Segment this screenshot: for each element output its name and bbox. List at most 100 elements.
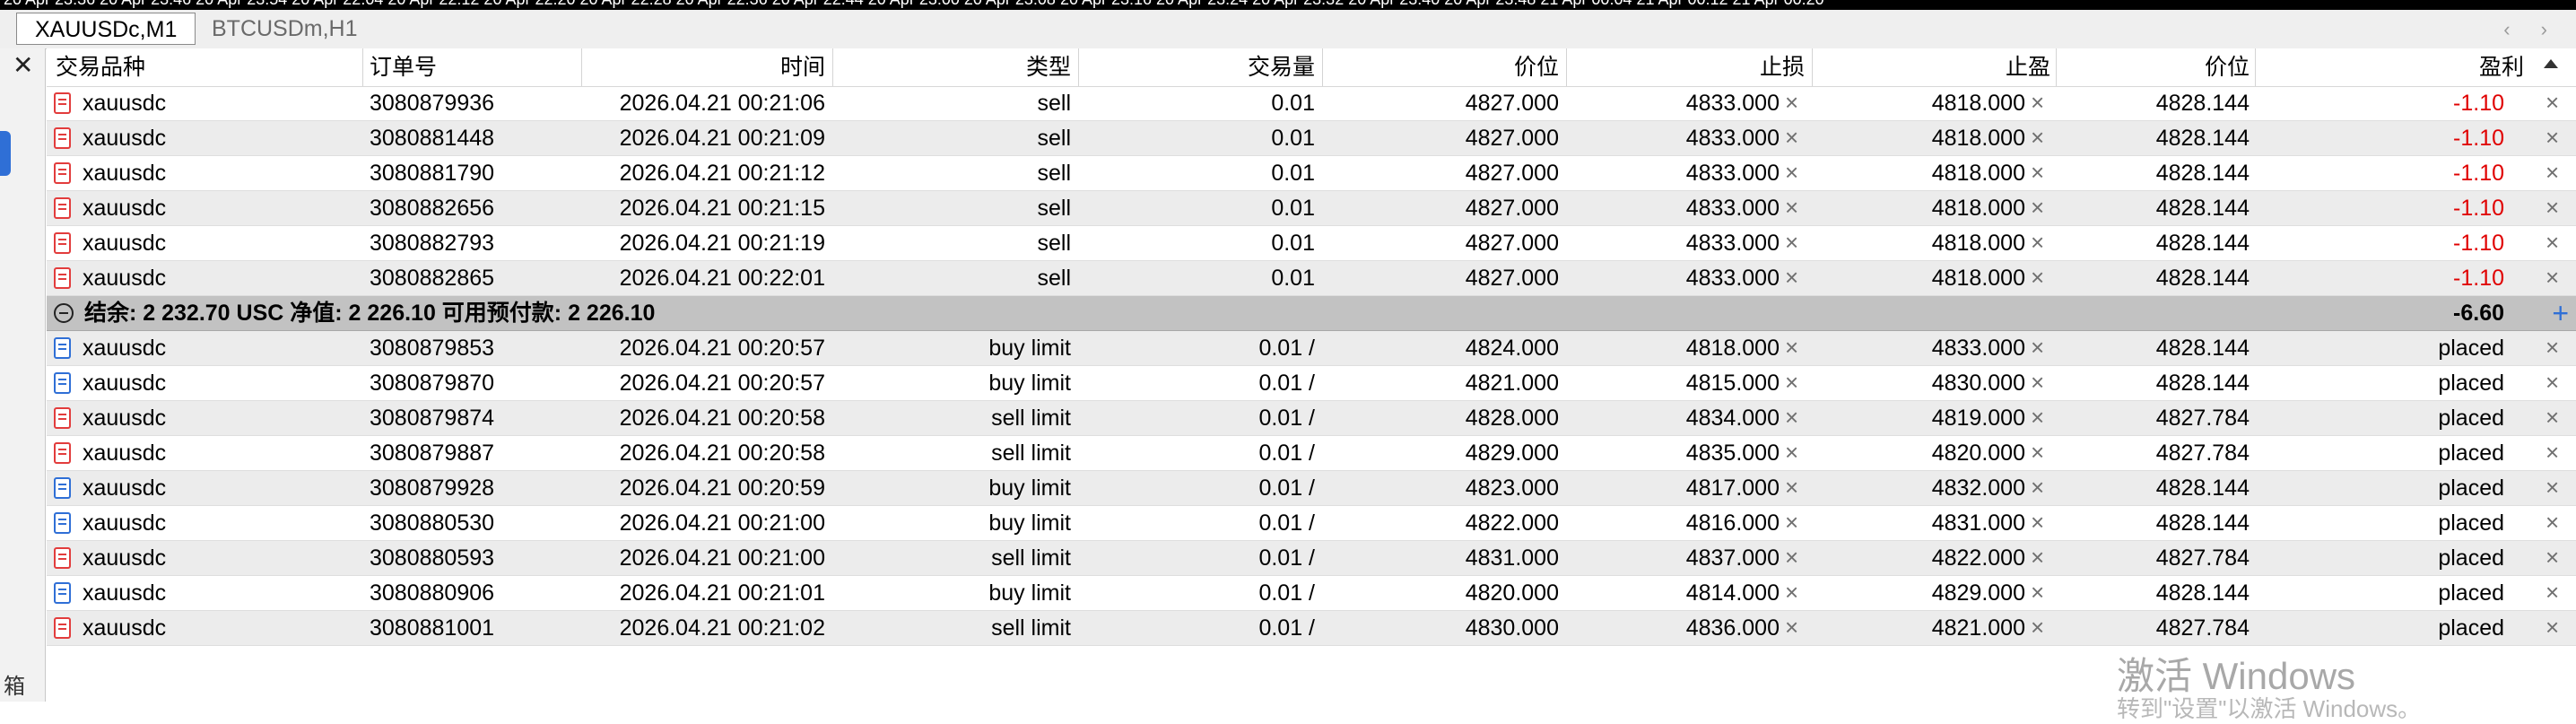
delete-order-x-icon[interactable]: × xyxy=(2546,541,2559,574)
remove-stop-loss-x-icon[interactable]: × xyxy=(1785,471,1798,504)
cell-current: 4828.144 xyxy=(2155,475,2250,501)
remove-stop-loss-x-icon[interactable]: × xyxy=(1785,86,1798,119)
remove-take-profit-x-icon[interactable]: × xyxy=(2031,156,2044,189)
close-position-x-icon[interactable]: × xyxy=(2546,226,2559,259)
column-divider[interactable] xyxy=(1566,48,1567,86)
order-row[interactable]: xauusdc 3080879870 2026.04.21 00:20:57 buy … xyxy=(47,366,2576,401)
position-row[interactable]: xauusdc 3080882656 2026.04.21 00:21:15 sell… xyxy=(47,191,2576,226)
remove-take-profit-x-icon[interactable]: × xyxy=(2031,471,2044,504)
remove-stop-loss-x-icon[interactable]: × xyxy=(1785,436,1798,469)
remove-take-profit-x-icon[interactable]: × xyxy=(2031,611,2044,644)
order-row[interactable]: xauusdc 3080879928 2026.04.21 00:20:59 buy … xyxy=(47,471,2576,506)
col-header-tp[interactable]: 止盈 xyxy=(1815,48,2050,86)
col-header-profit[interactable]: 盈利 xyxy=(2258,48,2524,86)
remove-take-profit-x-icon[interactable]: × xyxy=(2031,506,2044,539)
close-position-x-icon[interactable]: × xyxy=(2546,191,2559,224)
close-position-x-icon[interactable]: × xyxy=(2546,261,2559,294)
sort-ascending-icon[interactable] xyxy=(2544,59,2558,68)
col-header-time[interactable]: 时间 xyxy=(585,48,825,86)
side-tab-indicator[interactable] xyxy=(0,131,11,176)
column-divider[interactable] xyxy=(832,48,833,86)
position-row[interactable]: xauusdc 3080879936 2026.04.21 00:21:06 sell… xyxy=(47,86,2576,121)
column-divider[interactable] xyxy=(2056,48,2057,86)
remove-stop-loss-x-icon[interactable]: × xyxy=(1785,506,1798,539)
cell-price: 4827.000 xyxy=(1465,161,1559,186)
column-divider[interactable] xyxy=(1078,48,1079,86)
buy-order-document-icon xyxy=(54,512,71,534)
order-row[interactable]: xauusdc 3080879853 2026.04.21 00:20:57 buy … xyxy=(47,331,2576,366)
remove-take-profit-x-icon[interactable]: × xyxy=(2031,226,2044,259)
add-plus-icon[interactable]: + xyxy=(2552,299,2569,327)
remove-stop-loss-x-icon[interactable]: × xyxy=(1785,261,1798,294)
remove-stop-loss-x-icon[interactable]: × xyxy=(1785,401,1798,434)
col-header-symbol[interactable]: 交易品种 xyxy=(56,48,262,86)
remove-take-profit-x-icon[interactable]: × xyxy=(2031,121,2044,154)
tab-xauusdc-m1[interactable]: XAUUSDc,M1 xyxy=(16,13,196,45)
position-row[interactable]: xauusdc 3080881448 2026.04.21 00:21:09 sell… xyxy=(47,121,2576,156)
remove-stop-loss-x-icon[interactable]: × xyxy=(1785,191,1798,224)
delete-order-x-icon[interactable]: × xyxy=(2546,366,2559,399)
order-row[interactable]: xauusdc 3080880530 2026.04.21 00:21:00 buy … xyxy=(47,506,2576,541)
col-header-price[interactable]: 价位 xyxy=(1326,48,1559,86)
remove-stop-loss-x-icon[interactable]: × xyxy=(1785,541,1798,574)
col-header-current-price[interactable]: 价位 xyxy=(2059,48,2250,86)
close-icon[interactable]: ✕ xyxy=(13,50,33,80)
remove-stop-loss-x-icon[interactable]: × xyxy=(1785,576,1798,609)
position-row[interactable]: xauusdc 3080881790 2026.04.21 00:21:12 sell… xyxy=(47,156,2576,191)
column-divider[interactable] xyxy=(362,48,363,86)
order-row[interactable]: xauusdc 3080880593 2026.04.21 00:21:00 sell… xyxy=(47,541,2576,576)
cell-time: 2026.04.21 00:20:58 xyxy=(619,441,825,466)
cell-current: 4827.784 xyxy=(2155,441,2250,466)
delete-order-x-icon[interactable]: × xyxy=(2546,506,2559,539)
column-divider[interactable] xyxy=(1322,48,1323,86)
close-position-x-icon[interactable]: × xyxy=(2546,156,2559,189)
remove-take-profit-x-icon[interactable]: × xyxy=(2031,576,2044,609)
remove-take-profit-x-icon[interactable]: × xyxy=(2031,366,2044,399)
col-header-order[interactable]: 订单号 xyxy=(370,48,576,86)
remove-stop-loss-x-icon[interactable]: × xyxy=(1785,331,1798,364)
order-row[interactable]: xauusdc 3080880906 2026.04.21 00:21:01 buy … xyxy=(47,576,2576,611)
delete-order-x-icon[interactable]: × xyxy=(2546,331,2559,364)
column-divider[interactable] xyxy=(2255,48,2256,86)
collapse-minus-circle-icon[interactable] xyxy=(54,303,74,323)
cell-tp: 4829.000 xyxy=(1931,580,2025,606)
order-row[interactable]: xauusdc 3080879874 2026.04.21 00:20:58 sell… xyxy=(47,401,2576,436)
tab-btcusdm-h1[interactable]: BTCUSDm,H1 xyxy=(194,13,376,45)
cell-sl: 4833.000 xyxy=(1685,196,1780,221)
cell-profit: placed xyxy=(2438,615,2504,641)
close-position-x-icon[interactable]: × xyxy=(2546,86,2559,119)
remove-take-profit-x-icon[interactable]: × xyxy=(2031,401,2044,434)
position-row[interactable]: xauusdc 3080882793 2026.04.21 00:21:19 sell… xyxy=(47,226,2576,261)
remove-stop-loss-x-icon[interactable]: × xyxy=(1785,226,1798,259)
remove-stop-loss-x-icon[interactable]: × xyxy=(1785,366,1798,399)
remove-take-profit-x-icon[interactable]: × xyxy=(2031,541,2044,574)
remove-take-profit-x-icon[interactable]: × xyxy=(2031,436,2044,469)
column-divider[interactable] xyxy=(1812,48,1813,86)
col-header-type[interactable]: 类型 xyxy=(836,48,1071,86)
close-position-x-icon[interactable]: × xyxy=(2546,121,2559,154)
remove-stop-loss-x-icon[interactable]: × xyxy=(1785,121,1798,154)
cell-symbol: xauusdc xyxy=(83,161,167,186)
delete-order-x-icon[interactable]: × xyxy=(2546,611,2559,644)
delete-order-x-icon[interactable]: × xyxy=(2546,401,2559,434)
delete-order-x-icon[interactable]: × xyxy=(2546,471,2559,504)
remove-stop-loss-x-icon[interactable]: × xyxy=(1785,156,1798,189)
cell-sl: 4833.000 xyxy=(1685,231,1780,256)
remove-take-profit-x-icon[interactable]: × xyxy=(2031,331,2044,364)
tab-scroll-arrows[interactable]: ‹ › xyxy=(2503,18,2560,41)
order-row[interactable]: xauusdc 3080879887 2026.04.21 00:20:58 sell… xyxy=(47,436,2576,471)
column-divider[interactable] xyxy=(581,48,582,86)
delete-order-x-icon[interactable]: × xyxy=(2546,436,2559,469)
col-header-sl[interactable]: 止损 xyxy=(1570,48,1805,86)
col-header-volume[interactable]: 交易量 xyxy=(1082,48,1315,86)
order-row[interactable]: xauusdc 3080881001 2026.04.21 00:21:02 sell… xyxy=(47,611,2576,646)
sell-order-document-icon xyxy=(54,267,71,289)
remove-stop-loss-x-icon[interactable]: × xyxy=(1785,611,1798,644)
remove-take-profit-x-icon[interactable]: × xyxy=(2031,261,2044,294)
cell-sl: 4833.000 xyxy=(1685,266,1780,291)
position-row[interactable]: xauusdc 3080882865 2026.04.21 00:22:01 sell… xyxy=(47,261,2576,296)
cell-time: 2026.04.21 00:21:06 xyxy=(619,91,825,116)
remove-take-profit-x-icon[interactable]: × xyxy=(2031,86,2044,119)
remove-take-profit-x-icon[interactable]: × xyxy=(2031,191,2044,224)
delete-order-x-icon[interactable]: × xyxy=(2546,576,2559,609)
